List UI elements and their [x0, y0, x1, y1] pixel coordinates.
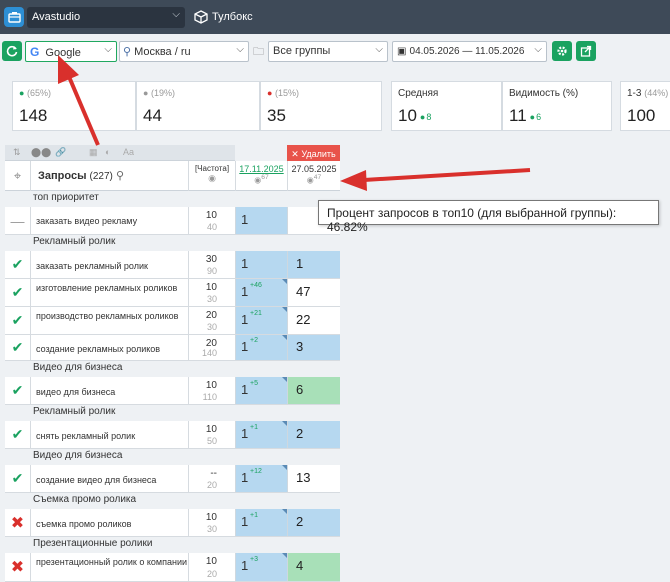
annotation-arrows	[58, 55, 531, 191]
arrow-to-date-column	[340, 168, 531, 191]
arrow-to-engine	[58, 55, 100, 146]
